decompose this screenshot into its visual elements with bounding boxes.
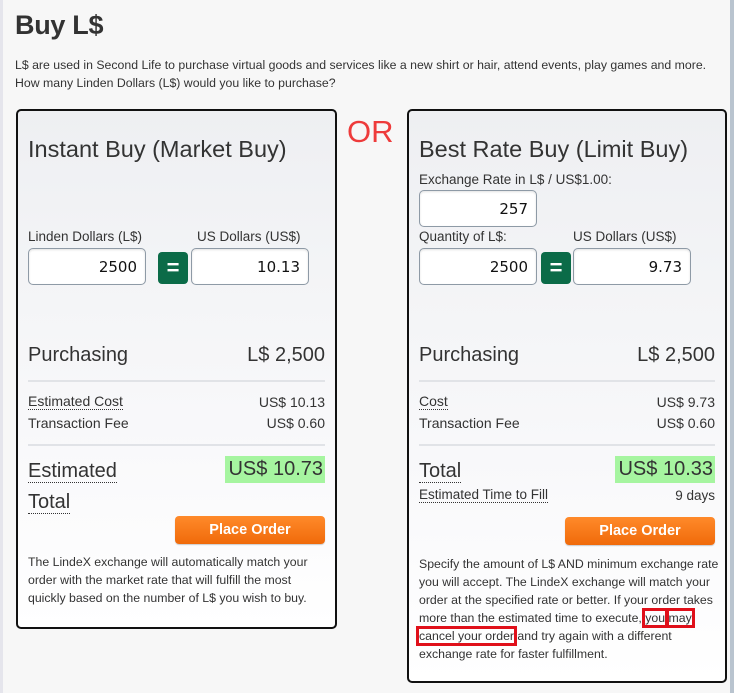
- transaction-fee-value: US$ 0.60: [656, 415, 715, 431]
- quantity-input[interactable]: [419, 248, 537, 285]
- purchasing-row: Purchasing L$ 2,500: [419, 344, 715, 367]
- estimated-total-label-line2: Total: [28, 491, 71, 514]
- us-dollars-input[interactable]: [191, 248, 309, 285]
- purchasing-label: Purchasing: [28, 344, 129, 366]
- transaction-fee-label: Transaction Fee: [419, 415, 520, 431]
- estimated-total-label[interactable]: Estimated Total: [28, 460, 117, 514]
- cost-value: US$ 9.73: [656, 394, 715, 410]
- estimated-total-label-line1: Estimated: [28, 460, 117, 483]
- or-separator: OR: [347, 114, 394, 149]
- purchasing-value: L$ 2,500: [247, 344, 325, 366]
- us-dollars-input[interactable]: [573, 248, 691, 285]
- us-dollars-label: US Dollars (US$): [573, 229, 677, 244]
- divider: [28, 444, 325, 446]
- place-order-button[interactable]: Place Order: [175, 516, 325, 544]
- estimated-cost-value: US$ 10.13: [258, 394, 325, 410]
- time-to-fill-label[interactable]: Estimated Time to Fill: [419, 487, 549, 504]
- purchasing-row: Purchasing L$ 2,500: [28, 344, 325, 367]
- divider: [419, 380, 715, 382]
- exchange-rate-input[interactable]: [419, 190, 537, 227]
- scrollbar-edge: [730, 0, 734, 693]
- cost-row: Cost US$ 9.73: [419, 394, 715, 410]
- instant-buy-description: The LindeX exchange will automatically m…: [28, 555, 308, 605]
- place-order-button[interactable]: Place Order: [565, 517, 715, 545]
- cost-label[interactable]: Cost: [419, 394, 448, 410]
- total-value: US$ 10.33: [615, 456, 715, 483]
- transaction-fee-label: Transaction Fee: [28, 415, 129, 431]
- us-dollars-label: US Dollars (US$): [197, 229, 301, 244]
- divider: [28, 380, 325, 382]
- divider: [419, 444, 715, 446]
- best-rate-buy-panel: Best Rate Buy (Limit Buy) Exchange Rate …: [407, 109, 727, 683]
- transaction-fee-row: Transaction Fee US$ 0.60: [419, 415, 715, 431]
- purchasing-label: Purchasing: [419, 344, 520, 366]
- estimated-total-value: US$ 10.73: [225, 456, 325, 483]
- purchasing-value: L$ 2,500: [637, 344, 715, 366]
- instant-buy-title: Instant Buy (Market Buy): [28, 136, 287, 162]
- highlighted-text: you: [642, 608, 669, 628]
- estimated-cost-label[interactable]: Estimated Cost: [28, 394, 123, 410]
- transaction-fee-row: Transaction Fee US$ 0.60: [28, 415, 325, 431]
- equals-button[interactable]: =: [158, 252, 188, 284]
- best-rate-buy-title: Best Rate Buy (Limit Buy): [419, 136, 689, 162]
- total-label[interactable]: Total: [419, 460, 462, 483]
- transaction-fee-value: US$ 0.60: [266, 415, 325, 431]
- linden-dollars-input[interactable]: [28, 248, 146, 285]
- intro-text: L$ are used in Second Life to purchase v…: [15, 56, 725, 92]
- linden-dollars-label: Linden Dollars (L$): [28, 229, 143, 244]
- equals-button[interactable]: =: [541, 252, 571, 284]
- intro-line-2: How many Linden Dollars (L$) would you l…: [15, 76, 336, 90]
- instant-buy-panel: Instant Buy (Market Buy) Linden Dollars …: [16, 109, 337, 629]
- page-title: Buy L$: [15, 10, 104, 40]
- time-to-fill-row: Estimated Time to Fill 9 days: [419, 487, 715, 504]
- estimated-cost-row: Estimated Cost US$ 10.13: [28, 394, 325, 410]
- intro-line-1: L$ are used in Second Life to purchase v…: [15, 58, 707, 72]
- total-label-wrap: Total: [419, 460, 462, 483]
- quantity-label: Quantity of L$:: [419, 229, 507, 244]
- exchange-rate-label: Exchange Rate in L$ / US$1.00:: [419, 172, 612, 187]
- time-to-fill-value: 9 days: [675, 488, 715, 503]
- best-rate-buy-description: Specify the amount of L$ AND minimum exc…: [416, 555, 719, 663]
